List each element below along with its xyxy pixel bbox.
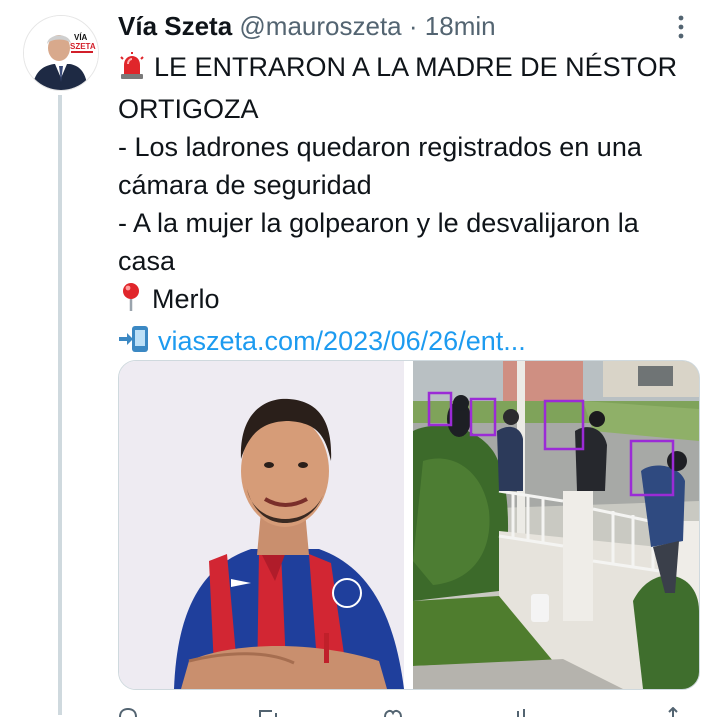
tweet-time[interactable]: 18min	[425, 11, 496, 41]
tweet-line: ORTIGOZA	[118, 94, 259, 124]
tweet-text: LE ENTRARON A LA MADRE DE NÉSTOR ORTIGOZ…	[118, 48, 703, 364]
thread-line	[58, 95, 62, 715]
reply-icon[interactable]	[118, 704, 138, 718]
tweet[interactable]: VÍA SZETA Vía Szeta @mauroszeta · 18min	[0, 0, 720, 718]
footballer-portrait-photo[interactable]	[119, 361, 404, 689]
tweet-link-line[interactable]: viaszeta.com/2023/06/26/ent...	[118, 322, 703, 364]
tweet-line: Merlo	[118, 280, 703, 322]
share-icon[interactable]	[663, 704, 683, 717]
views-icon[interactable]	[513, 704, 533, 717]
tweet-line: LE ENTRARON A LA MADRE DE NÉSTOR	[118, 48, 703, 90]
avatar-image: VÍA SZETA	[24, 16, 98, 90]
tweet-header: Vía Szeta @mauroszeta · 18min	[118, 10, 496, 42]
mobile-arrow-icon	[118, 324, 150, 364]
tweet-line: cámara de seguridad	[118, 170, 372, 200]
tweet-line-text: LE ENTRARON A LA MADRE DE NÉSTOR	[154, 52, 678, 82]
avatar[interactable]: VÍA SZETA	[23, 15, 99, 91]
separator-dot: ·	[408, 11, 418, 41]
round-pushpin-icon	[118, 282, 144, 322]
article-link[interactable]: viaszeta.com/2023/06/26/ent...	[158, 326, 526, 356]
security-camera-photo[interactable]	[413, 361, 699, 689]
more-vertical-icon[interactable]	[671, 12, 691, 42]
avatar-text-top: VÍA	[74, 33, 88, 42]
like-icon[interactable]	[383, 704, 403, 718]
location-text: Merlo	[152, 284, 220, 314]
action-bar	[118, 704, 698, 718]
avatar-text-bottom: SZETA	[70, 42, 96, 51]
tweet-line: casa	[118, 246, 176, 276]
user-handle[interactable]: @mauroszeta	[239, 11, 401, 41]
tweet-line: - A la mujer la golpearon y le desvalija…	[118, 208, 639, 238]
police-siren-icon	[118, 52, 146, 90]
retweet-icon[interactable]	[258, 704, 278, 717]
media-gallery[interactable]	[118, 360, 700, 690]
tweet-line: - Los ladrones quedaron registrados en u…	[118, 132, 642, 162]
display-name[interactable]: Vía Szeta	[118, 11, 232, 41]
